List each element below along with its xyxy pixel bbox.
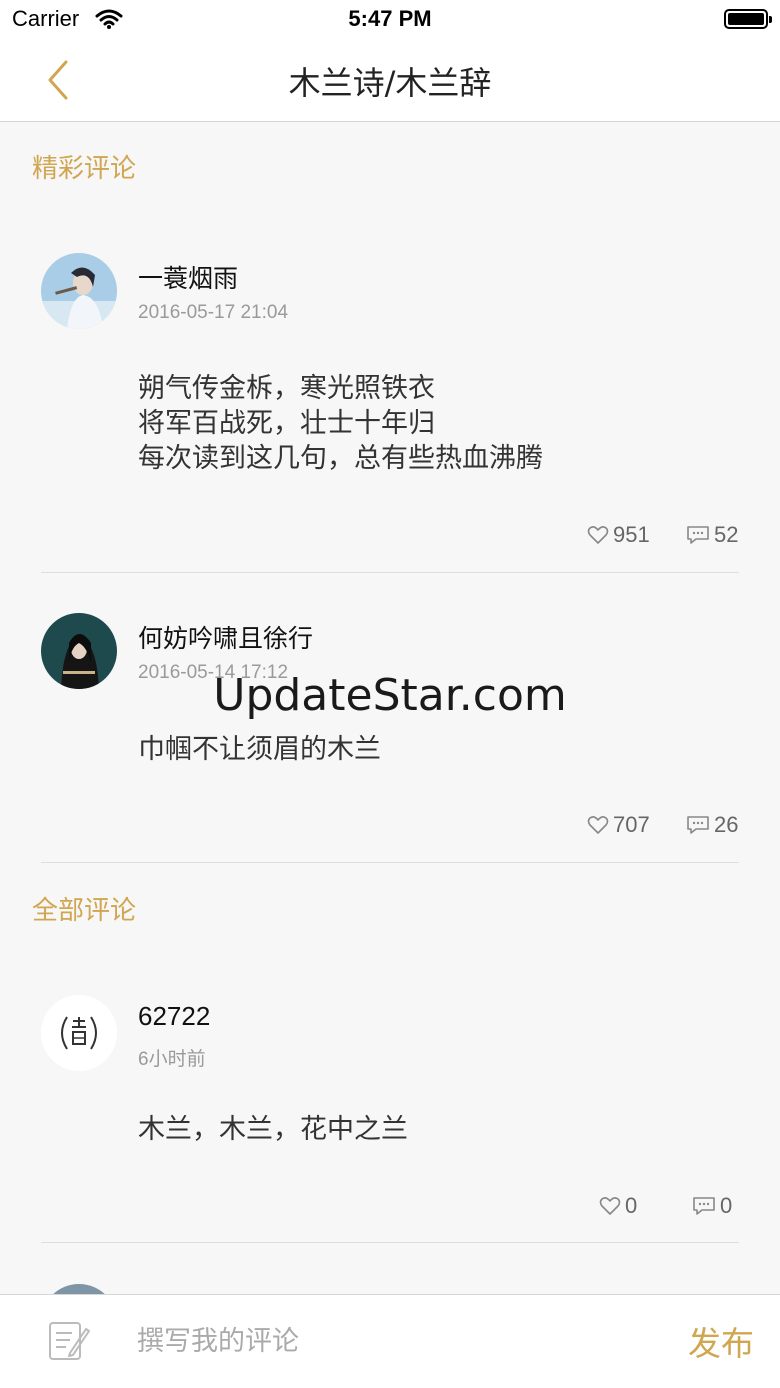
comment-username[interactable]: 何妨吟啸且徐行 <box>138 619 313 655</box>
divider <box>41 862 739 863</box>
featured-section-title: 精彩评论 <box>32 154 137 184</box>
reply-button[interactable]: 52 <box>686 522 738 548</box>
all-comments-section-title: 全部评论 <box>32 896 137 926</box>
battery-icon <box>724 9 772 29</box>
like-count: 951 <box>613 522 650 547</box>
heart-outline-icon <box>599 1197 621 1215</box>
comments-list[interactable]: 精彩评论 一蓑烟雨 2016-05-17 21:04 朔气传金柝，寒光照铁衣 将… <box>0 122 780 1294</box>
comment-composer: 发布 <box>0 1294 780 1388</box>
comment-date: 6小时前 <box>138 1049 206 1070</box>
comment-username[interactable]: 一蓑烟雨 <box>138 259 238 295</box>
avatar[interactable] <box>41 1284 117 1294</box>
comment-text: 朔气传金柝，寒光照铁衣 将军百战死，壮士十年归 每次读到这几句，总有些热血沸腾 <box>138 373 543 474</box>
avatar[interactable] <box>41 995 117 1071</box>
heart-outline-icon <box>587 816 609 834</box>
avatar[interactable] <box>41 613 117 689</box>
like-count: 707 <box>613 812 650 837</box>
speech-bubble-icon <box>693 1197 715 1215</box>
page-title: 木兰诗/木兰辞 <box>288 64 492 102</box>
reply-button[interactable]: 0 <box>692 1193 732 1219</box>
status-bar: Carrier 5:47 PM <box>0 0 780 40</box>
like-button[interactable]: 0 <box>599 1193 637 1219</box>
like-button[interactable]: 951 <box>587 522 650 548</box>
reply-count: 52 <box>714 522 739 547</box>
divider <box>41 572 739 573</box>
reply-button[interactable]: 26 <box>686 812 738 838</box>
like-button[interactable]: 707 <box>587 812 650 838</box>
comment-input[interactable] <box>135 1315 659 1367</box>
heart-outline-icon <box>587 526 609 544</box>
comment-text: 巾帼不让须眉的木兰 <box>138 734 381 765</box>
publish-button[interactable]: 发布 <box>688 1317 754 1365</box>
note-pencil-icon <box>48 1321 90 1365</box>
avatar[interactable] <box>41 253 117 329</box>
clock: 5:47 PM <box>348 6 432 31</box>
speech-bubble-icon <box>687 526 709 544</box>
comment-username[interactable]: 62722 <box>138 1001 210 1032</box>
reply-count: 26 <box>714 812 739 837</box>
comment-date: 2016-05-17 21:04 <box>138 302 289 323</box>
like-count: 0 <box>625 1193 638 1218</box>
navigation-bar: 木兰诗/木兰辞 <box>0 40 780 122</box>
comment-text: 木兰，木兰，花中之兰 <box>138 1114 408 1145</box>
speech-bubble-icon <box>687 816 709 834</box>
comment-date: 2016-05-14 17:12 <box>138 662 289 683</box>
reply-count: 0 <box>720 1193 733 1218</box>
divider <box>41 1242 739 1243</box>
